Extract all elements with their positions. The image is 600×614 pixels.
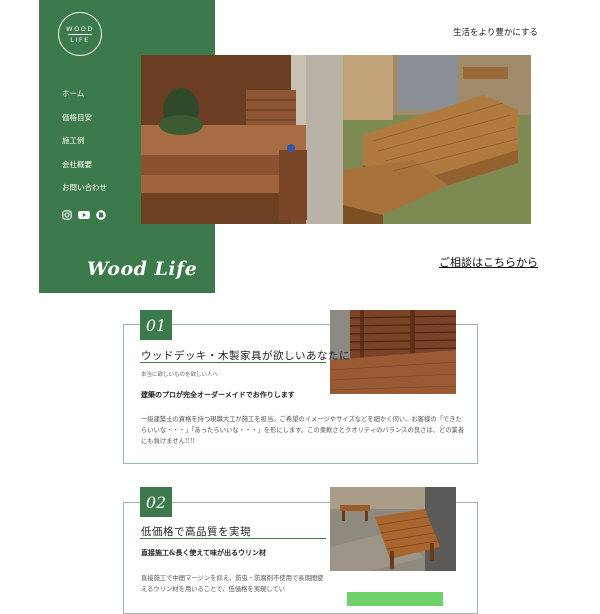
main-nav: ホーム 価格目安 施工例 会社概要 お問い合わせ (62, 88, 107, 206)
tagline: 生活をより豊かにする (453, 28, 538, 38)
section-2-divider (140, 538, 326, 539)
section-1-divider (140, 362, 326, 363)
logo-text-bottom: LIFE (70, 35, 90, 44)
hero-image-deck-stairs (141, 55, 343, 224)
logo-text-top: WOOD (66, 24, 94, 33)
logo-divider (68, 33, 92, 35)
nav-item-pricing[interactable]: 価格目安 (62, 112, 107, 136)
section-1-caption: 本当に欲しいものを欲しい人へ (141, 372, 219, 378)
instagram-icon[interactable] (62, 205, 72, 220)
consultation-link[interactable]: ご相談はこちらから (439, 254, 538, 270)
blog-icon[interactable] (96, 205, 106, 220)
section-1-subheading: 建築のプロが完全オーダーメイドでお作りします (141, 390, 295, 399)
social-links (62, 205, 106, 220)
brand-wordmark: Wood Life (87, 258, 198, 280)
section-2-heading: 低価格で高品質を実現 (141, 526, 251, 538)
green-cta-button[interactable] (347, 592, 443, 606)
nav-item-works[interactable]: 施工例 (62, 135, 107, 159)
section-number-1: 01 (140, 310, 172, 340)
section-number-2: 02 (140, 487, 172, 517)
logo[interactable]: WOOD LIFE (58, 12, 102, 56)
section-2-body: 直接施工で中間マージンを抑え、防虫・防腐剤不使用で長期間使えるウリン材を用いるこ… (141, 575, 324, 593)
nav-item-home[interactable]: ホーム (62, 88, 107, 112)
youtube-icon[interactable] (78, 205, 90, 219)
section-1-body: 一級建築士の資格を持つ現職大工が施工を担当。ご希望のイメージやサイズなどを細かく… (141, 416, 465, 445)
section-2-subheading: 直接施工&長く使えて味が出るウリン材 (141, 548, 266, 557)
section-2-image-deck-benches (330, 487, 456, 571)
section-1-heading: ウッドデッキ・木製家具が欲しいあなたに (141, 350, 350, 362)
nav-item-company[interactable]: 会社概要 (62, 159, 107, 183)
hero-image-deck-patio (343, 55, 531, 224)
nav-item-contact[interactable]: お問い合わせ (62, 182, 107, 206)
